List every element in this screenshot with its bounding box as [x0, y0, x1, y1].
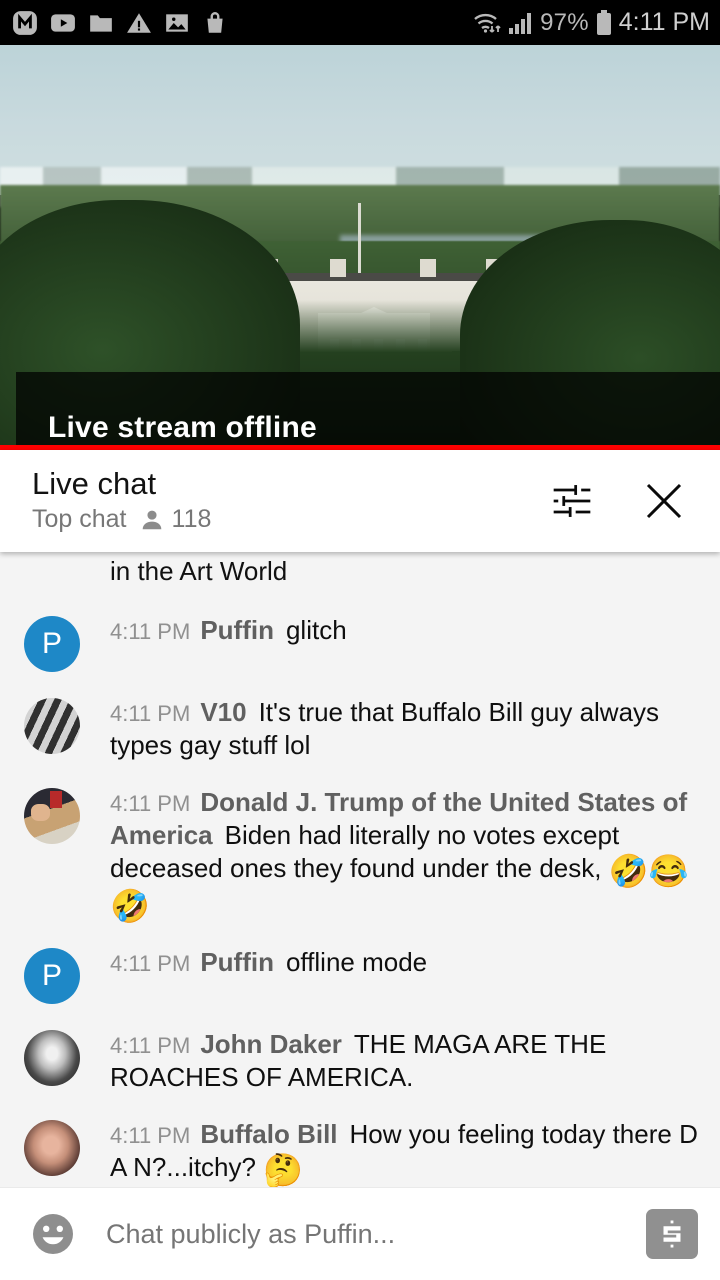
- message-author[interactable]: Puffin: [200, 615, 274, 645]
- avatar-image: [24, 1120, 80, 1177]
- message-timestamp: 4:11 PM: [110, 1123, 191, 1149]
- live-chat-header-texts: Live chat Top chat 118: [32, 465, 548, 535]
- message-timestamp: 4:11 PM: [110, 951, 191, 977]
- person-icon: [142, 510, 161, 529]
- avatar[interactable]: [24, 1030, 80, 1087]
- chat-message[interactable]: 4:11 PM Buffalo Bill How you feeling today…: [0, 1106, 720, 1187]
- shopping-bag-icon: [207, 11, 223, 33]
- live-chat-subrow[interactable]: Top chat 118: [32, 505, 548, 534]
- youtube-icon: [51, 13, 75, 32]
- status-bar: 97% 4:11 PM: [0, 0, 720, 45]
- message-body: 4:11 PM V10 It's true that Buffalo Bill gu…: [80, 696, 698, 762]
- message-author[interactable]: Puffin: [200, 947, 274, 977]
- message-body: 4:11 PM Puffin offline mode: [80, 946, 698, 1004]
- live-chat-title: Live chat: [32, 465, 157, 501]
- chat-input-bar: [0, 1187, 720, 1280]
- live-chat-message-list[interactable]: in the Art World P 4:11 PM Puffin glitch 4:1…: [0, 552, 720, 1187]
- message-text: How you feeling today there D A N?...itc…: [110, 1119, 698, 1183]
- messenger-app-icon: [13, 10, 37, 35]
- messages-container: P 4:11 PM Puffin glitch 4:11 PM V10 It's true …: [0, 602, 720, 1187]
- warning-triangle-icon: [127, 12, 151, 33]
- message-text: offline mode: [285, 947, 428, 978]
- avatar[interactable]: P: [24, 948, 80, 1005]
- chat-message[interactable]: 4:11 PM Donald J. Trump of the United Sta…: [0, 774, 720, 934]
- chat-message[interactable]: 4:11 PM V10 It's true that Buffalo Bill gu…: [0, 684, 720, 774]
- avatar[interactable]: [24, 1120, 80, 1177]
- chat-message[interactable]: 4:11 PM John Daker THE MAGA ARE THE ROACHE…: [0, 1016, 720, 1106]
- message-body: 4:11 PM Puffin glitch: [80, 614, 698, 672]
- message-author[interactable]: Buffalo Bill: [200, 1119, 337, 1149]
- viewer-count-group: 118: [139, 505, 212, 534]
- image-icon: [166, 13, 188, 32]
- live-stream-offline-banner: Live stream offline: [16, 372, 720, 450]
- avatar-image: [24, 698, 80, 754]
- emoji-picker-button[interactable]: [28, 1209, 78, 1259]
- message-timestamp: 4:11 PM: [110, 1033, 191, 1059]
- status-bar-clock: 4:11 PM: [618, 8, 710, 36]
- chat-settings-sliders-icon: [553, 485, 591, 517]
- super-chat-dollar-icon: [663, 1220, 681, 1248]
- super-chat-button[interactable]: [646, 1209, 698, 1259]
- battery-percent-label: 97%: [540, 8, 589, 36]
- avatar-letter: P: [24, 616, 80, 672]
- offline-label: Live stream offline: [48, 411, 317, 444]
- wifi-data-icon: [474, 13, 501, 33]
- message-author[interactable]: V10: [200, 697, 246, 727]
- video-player[interactable]: Live stream offline: [0, 45, 720, 450]
- emoji-smiley-icon: [33, 1214, 73, 1254]
- avatar[interactable]: P: [24, 616, 80, 672]
- avatar-letter: P: [24, 948, 80, 1005]
- folder-icon: [90, 14, 112, 32]
- chat-message[interactable]: P 4:11 PM Puffin glitch: [0, 602, 720, 684]
- avatar-image: [24, 1030, 80, 1087]
- message-timestamp: 4:11 PM: [110, 701, 191, 726]
- close-icon: [646, 483, 682, 519]
- close-chat-button[interactable]: [640, 477, 688, 525]
- chat-settings-button[interactable]: [548, 477, 596, 525]
- message-body: 4:11 PM Donald J. Trump of the United Sta…: [80, 786, 698, 922]
- cellular-signal-icon: [509, 12, 532, 34]
- live-chat-header-actions: [548, 477, 696, 525]
- avatar[interactable]: [24, 788, 80, 845]
- status-bar-system-icons: 97% 4:11 PM: [472, 8, 710, 37]
- message-body: 4:11 PM John Daker THE MAGA ARE THE ROACHE…: [80, 1028, 698, 1094]
- battery-icon: [596, 9, 611, 35]
- message-text: glitch: [285, 615, 347, 645]
- avatar[interactable]: [24, 698, 80, 754]
- clipped-previous-message: in the Art World: [110, 556, 288, 586]
- message-text: It's true that Buffalo Bill guy always t…: [110, 697, 660, 761]
- message-body: 4:11 PM Buffalo Bill How you feeling today…: [80, 1118, 698, 1186]
- youtube-live-chat-screen: 97% 4:11 PM Live stream offline Live cha…: [0, 0, 720, 1280]
- live-chat-header: Live chat Top chat 118: [0, 450, 720, 552]
- message-timestamp: 4:11 PM: [110, 619, 191, 644]
- message-emoji: 🤔: [263, 1152, 304, 1187]
- top-chat-selector-label[interactable]: Top chat: [32, 505, 127, 534]
- viewer-count-label: 118: [171, 505, 212, 534]
- chat-message[interactable]: P 4:11 PM Puffin offline mode: [0, 934, 720, 1016]
- avatar-image: [24, 788, 80, 845]
- message-timestamp: 4:11 PM: [110, 791, 191, 817]
- message-author[interactable]: John Daker: [200, 1029, 342, 1059]
- status-bar-notification-icons: [12, 10, 228, 36]
- chat-input[interactable]: [78, 1218, 646, 1250]
